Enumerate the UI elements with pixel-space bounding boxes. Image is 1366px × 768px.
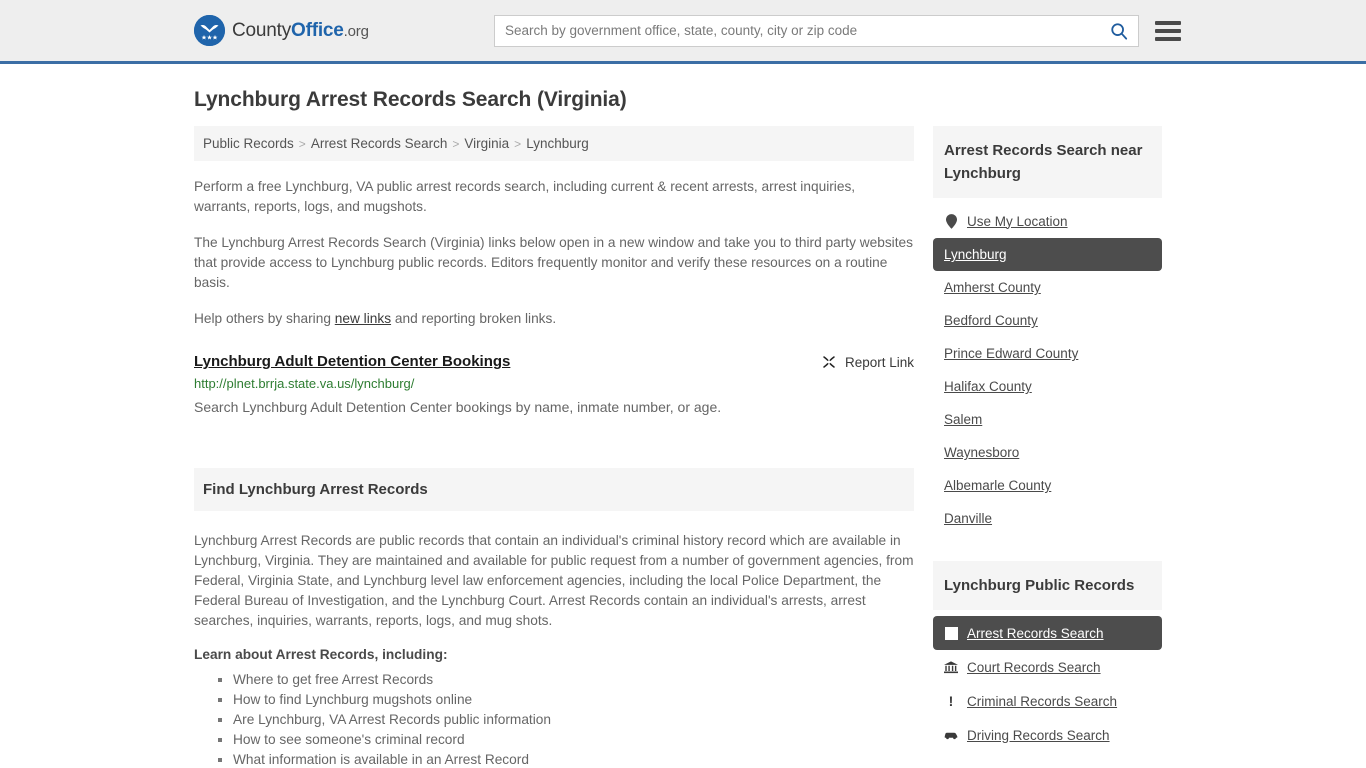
intro-paragraph-2: The Lynchburg Arrest Records Search (Vir… — [194, 235, 913, 290]
find-section-heading: Find Lynchburg Arrest Records — [194, 468, 914, 511]
hamburger-bar-1 — [1155, 20, 1181, 25]
sidebar: Arrest Records Search near Lynchburg Use… — [933, 126, 1162, 752]
report-link-label: Report Link — [844, 354, 914, 370]
content-columns: Public Records > Arrest Records Search >… — [194, 126, 1172, 768]
sidebar-item-use-my-location[interactable]: Use My Location — [933, 204, 1162, 238]
logo-wordmark: CountyOffice.org — [232, 20, 369, 42]
sidebar-item-label[interactable]: Bedford County — [944, 313, 1038, 328]
breadcrumb-item-public-records[interactable]: Public Records — [203, 136, 294, 151]
sidebar-item-label[interactable]: Salem — [944, 412, 982, 427]
main-content: Public Records > Arrest Records Search >… — [194, 126, 914, 768]
car-icon — [944, 727, 958, 743]
sidebar-item-label[interactable]: Lynchburg — [944, 247, 1007, 262]
sidebar-item-waynesboro[interactable]: Waynesboro — [933, 436, 1162, 469]
intro-paragraph-1: Perform a free Lynchburg, VA public arre… — [194, 179, 856, 214]
hamburger-menu-icon[interactable] — [1155, 20, 1181, 41]
result-header-row: Lynchburg Adult Detention Center Booking… — [194, 353, 914, 370]
hamburger-bar-3 — [1155, 36, 1181, 41]
eagle-stars-seal-icon — [194, 15, 225, 46]
sidebar-item-albemarle-county[interactable]: Albemarle County — [933, 469, 1162, 502]
report-link-button[interactable]: Report Link — [821, 353, 914, 370]
find-section-paragraph: Lynchburg Arrest Records are public reco… — [194, 533, 914, 628]
sidebar-records-list: Arrest Records Search Court Records Sear… — [933, 616, 1162, 752]
sidebar-item-label[interactable]: Halifax County — [944, 379, 1032, 394]
sidebar-item-halifax-county[interactable]: Halifax County — [933, 370, 1162, 403]
result-title-link[interactable]: Lynchburg Adult Detention Center Booking… — [194, 353, 510, 370]
logo-word-county: County — [232, 19, 292, 41]
white-square-icon — [944, 625, 958, 641]
new-links-link[interactable]: new links — [335, 311, 391, 326]
learn-about-heading: Learn about Arrest Records, including: — [194, 647, 448, 662]
topics-list: Where to get free Arrest Records How to … — [216, 670, 914, 768]
sidebar-nearby-list: Use My Location Lynchburg Amherst County… — [933, 204, 1162, 535]
sidebar-item-court-records-search[interactable]: Court Records Search — [933, 650, 1162, 684]
breadcrumb-separator: > — [298, 136, 306, 151]
sidebar-item-bedford-county[interactable]: Bedford County — [933, 304, 1162, 337]
sidebar-item-salem[interactable]: Salem — [933, 403, 1162, 436]
sidebar-item-label[interactable]: Driving Records Search — [967, 728, 1110, 743]
sidebar-records-heading: Lynchburg Public Records — [933, 561, 1162, 610]
search-icon[interactable] — [1110, 22, 1128, 40]
result-description: Search Lynchburg Adult Detention Center … — [194, 399, 722, 415]
list-item: Are Lynchburg, VA Arrest Records public … — [216, 710, 914, 730]
intro-paragraph-3: Help others by sharing new links and rep… — [194, 309, 914, 329]
sidebar-item-amherst-county[interactable]: Amherst County — [933, 271, 1162, 304]
breadcrumb: Public Records > Arrest Records Search >… — [194, 126, 914, 161]
result-url: http://plnet.brrja.state.va.us/lynchburg… — [194, 376, 415, 391]
breadcrumb-separator: > — [452, 136, 460, 151]
header-search-area — [494, 14, 1181, 47]
courthouse-icon — [944, 659, 958, 675]
share-text-before: Help others by sharing — [194, 311, 335, 326]
sidebar-item-driving-records-search[interactable]: Driving Records Search — [933, 718, 1162, 752]
share-text-after: and reporting broken links. — [391, 311, 557, 326]
broken-link-icon — [823, 356, 835, 368]
sidebar-use-my-location-label[interactable]: Use My Location — [967, 214, 1068, 229]
sidebar-item-danville[interactable]: Danville — [933, 502, 1162, 535]
sidebar-item-criminal-records-search[interactable]: ! Criminal Records Search — [933, 684, 1162, 718]
map-pin-icon — [944, 213, 958, 229]
site-header: CountyOffice.org — [0, 0, 1366, 64]
breadcrumb-item-virginia[interactable]: Virginia — [464, 136, 509, 151]
sidebar-item-arrest-records-search[interactable]: Arrest Records Search — [933, 616, 1162, 650]
find-section-body: Lynchburg Arrest Records are public reco… — [194, 511, 914, 768]
sidebar-item-label[interactable]: Court Records Search — [967, 660, 1101, 675]
page-container: Lynchburg Arrest Records Search (Virgini… — [0, 88, 1366, 768]
sidebar-item-prince-edward-county[interactable]: Prince Edward County — [933, 337, 1162, 370]
hamburger-bar-2 — [1155, 28, 1181, 33]
result-item: Lynchburg Adult Detention Center Booking… — [194, 353, 914, 417]
search-input[interactable] — [505, 23, 1110, 38]
list-item: What information is available in an Arre… — [216, 750, 914, 768]
sidebar-item-label[interactable]: Danville — [944, 511, 992, 526]
logo-word-org: .org — [343, 22, 369, 40]
exclamation-icon: ! — [948, 693, 954, 709]
sidebar-item-label[interactable]: Prince Edward County — [944, 346, 1078, 361]
breadcrumb-item-arrest-records-search[interactable]: Arrest Records Search — [311, 136, 448, 151]
sidebar-item-label[interactable]: Waynesboro — [944, 445, 1019, 460]
sidebar-item-lynchburg[interactable]: Lynchburg — [933, 238, 1162, 271]
sidebar-item-label[interactable]: Criminal Records Search — [967, 694, 1117, 709]
sidebar-nearby-heading: Arrest Records Search near Lynchburg — [933, 126, 1162, 198]
logo-word-office: Office — [291, 19, 344, 41]
search-box[interactable] — [494, 14, 1139, 47]
breadcrumb-separator: > — [514, 136, 522, 151]
sidebar-item-label[interactable]: Arrest Records Search — [967, 626, 1104, 641]
page-title: Lynchburg Arrest Records Search (Virgini… — [194, 88, 627, 111]
breadcrumb-item-lynchburg[interactable]: Lynchburg — [526, 136, 589, 151]
list-item: Where to get free Arrest Records — [216, 670, 914, 690]
list-item: How to see someone's criminal record — [216, 730, 914, 750]
sidebar-item-label[interactable]: Amherst County — [944, 280, 1041, 295]
list-item: How to find Lynchburg mugshots online — [216, 690, 914, 710]
site-logo[interactable]: CountyOffice.org — [194, 15, 369, 46]
sidebar-item-label[interactable]: Albemarle County — [944, 478, 1051, 493]
